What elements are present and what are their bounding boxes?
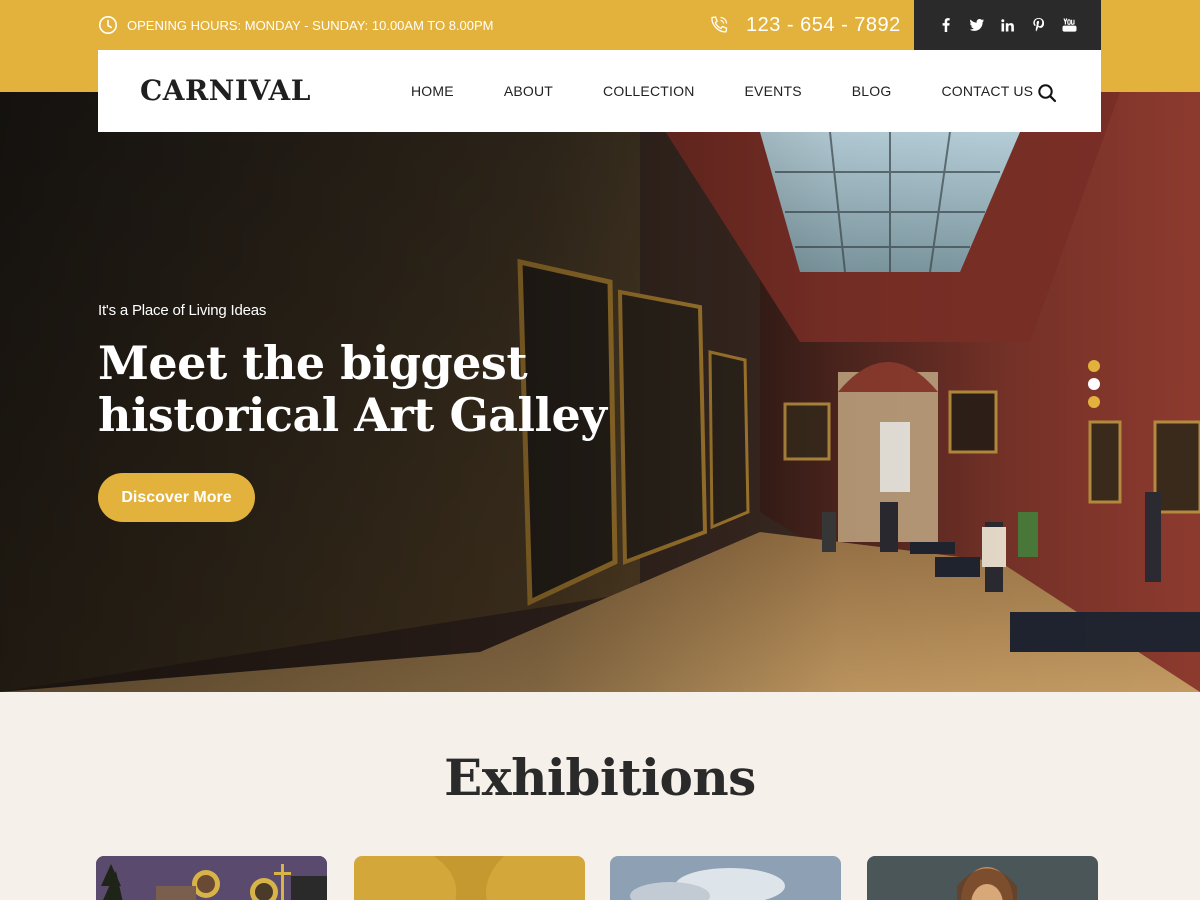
- nav-item-events[interactable]: EVENTS: [745, 83, 802, 99]
- slider-dot-1[interactable]: [1088, 360, 1100, 372]
- opening-hours: OPENING HOURS: MONDAY - SUNDAY: 10.00AM …: [98, 14, 494, 36]
- linkedin-icon[interactable]: [1000, 18, 1015, 33]
- facebook-icon[interactable]: [938, 18, 953, 33]
- exhibitions-heading: Exhibitions: [444, 748, 756, 807]
- exhibition-image-1: [96, 856, 327, 900]
- exhibition-card-2[interactable]: [354, 856, 585, 900]
- exhibition-image-3: [610, 856, 841, 900]
- hero-section: It's a Place of Living Ideas Meet the bi…: [0, 92, 1200, 692]
- hero-tagline: It's a Place of Living Ideas: [98, 302, 267, 319]
- social-links: [914, 0, 1101, 50]
- slider-dots: [1088, 360, 1100, 408]
- search-icon[interactable]: [1037, 83, 1057, 103]
- slider-dot-3[interactable]: [1088, 396, 1100, 408]
- pinterest-icon[interactable]: [1031, 18, 1046, 33]
- phone-number[interactable]: 123 - 654 - 7892: [708, 10, 901, 40]
- nav-item-contact-us[interactable]: CONTACT US: [941, 83, 1033, 99]
- nav-item-home[interactable]: HOME: [411, 83, 454, 99]
- exhibition-card-1[interactable]: [96, 856, 327, 900]
- nav-item-blog[interactable]: BLOG: [852, 83, 892, 99]
- youtube-icon[interactable]: [1062, 18, 1077, 33]
- phone-icon: [711, 16, 728, 33]
- phone-text: 123 - 654 - 7892: [746, 13, 901, 36]
- main-navigation: CARNIVAL HOME ABOUT COLLECTION EVENTS BL…: [98, 50, 1101, 132]
- nav-item-collection[interactable]: COLLECTION: [603, 83, 694, 99]
- hero-headline: Meet the biggest historical Art Galley: [98, 336, 607, 442]
- nav-menu: HOME ABOUT COLLECTION EVENTS BLOG CONTAC…: [411, 83, 1033, 99]
- clock-icon: [99, 16, 117, 34]
- exhibition-image-2: [354, 856, 585, 900]
- twitter-icon[interactable]: [969, 18, 984, 33]
- exhibition-image-4: [867, 856, 1098, 900]
- slider-dot-2[interactable]: [1088, 378, 1100, 390]
- opening-hours-text: OPENING HOURS: MONDAY - SUNDAY: 10.00AM …: [127, 17, 494, 33]
- discover-more-button[interactable]: Discover More: [98, 473, 255, 522]
- exhibition-card-4[interactable]: [867, 856, 1098, 900]
- exhibition-card-3[interactable]: [610, 856, 841, 900]
- nav-item-about[interactable]: ABOUT: [504, 83, 553, 99]
- site-logo[interactable]: CARNIVAL: [140, 74, 311, 107]
